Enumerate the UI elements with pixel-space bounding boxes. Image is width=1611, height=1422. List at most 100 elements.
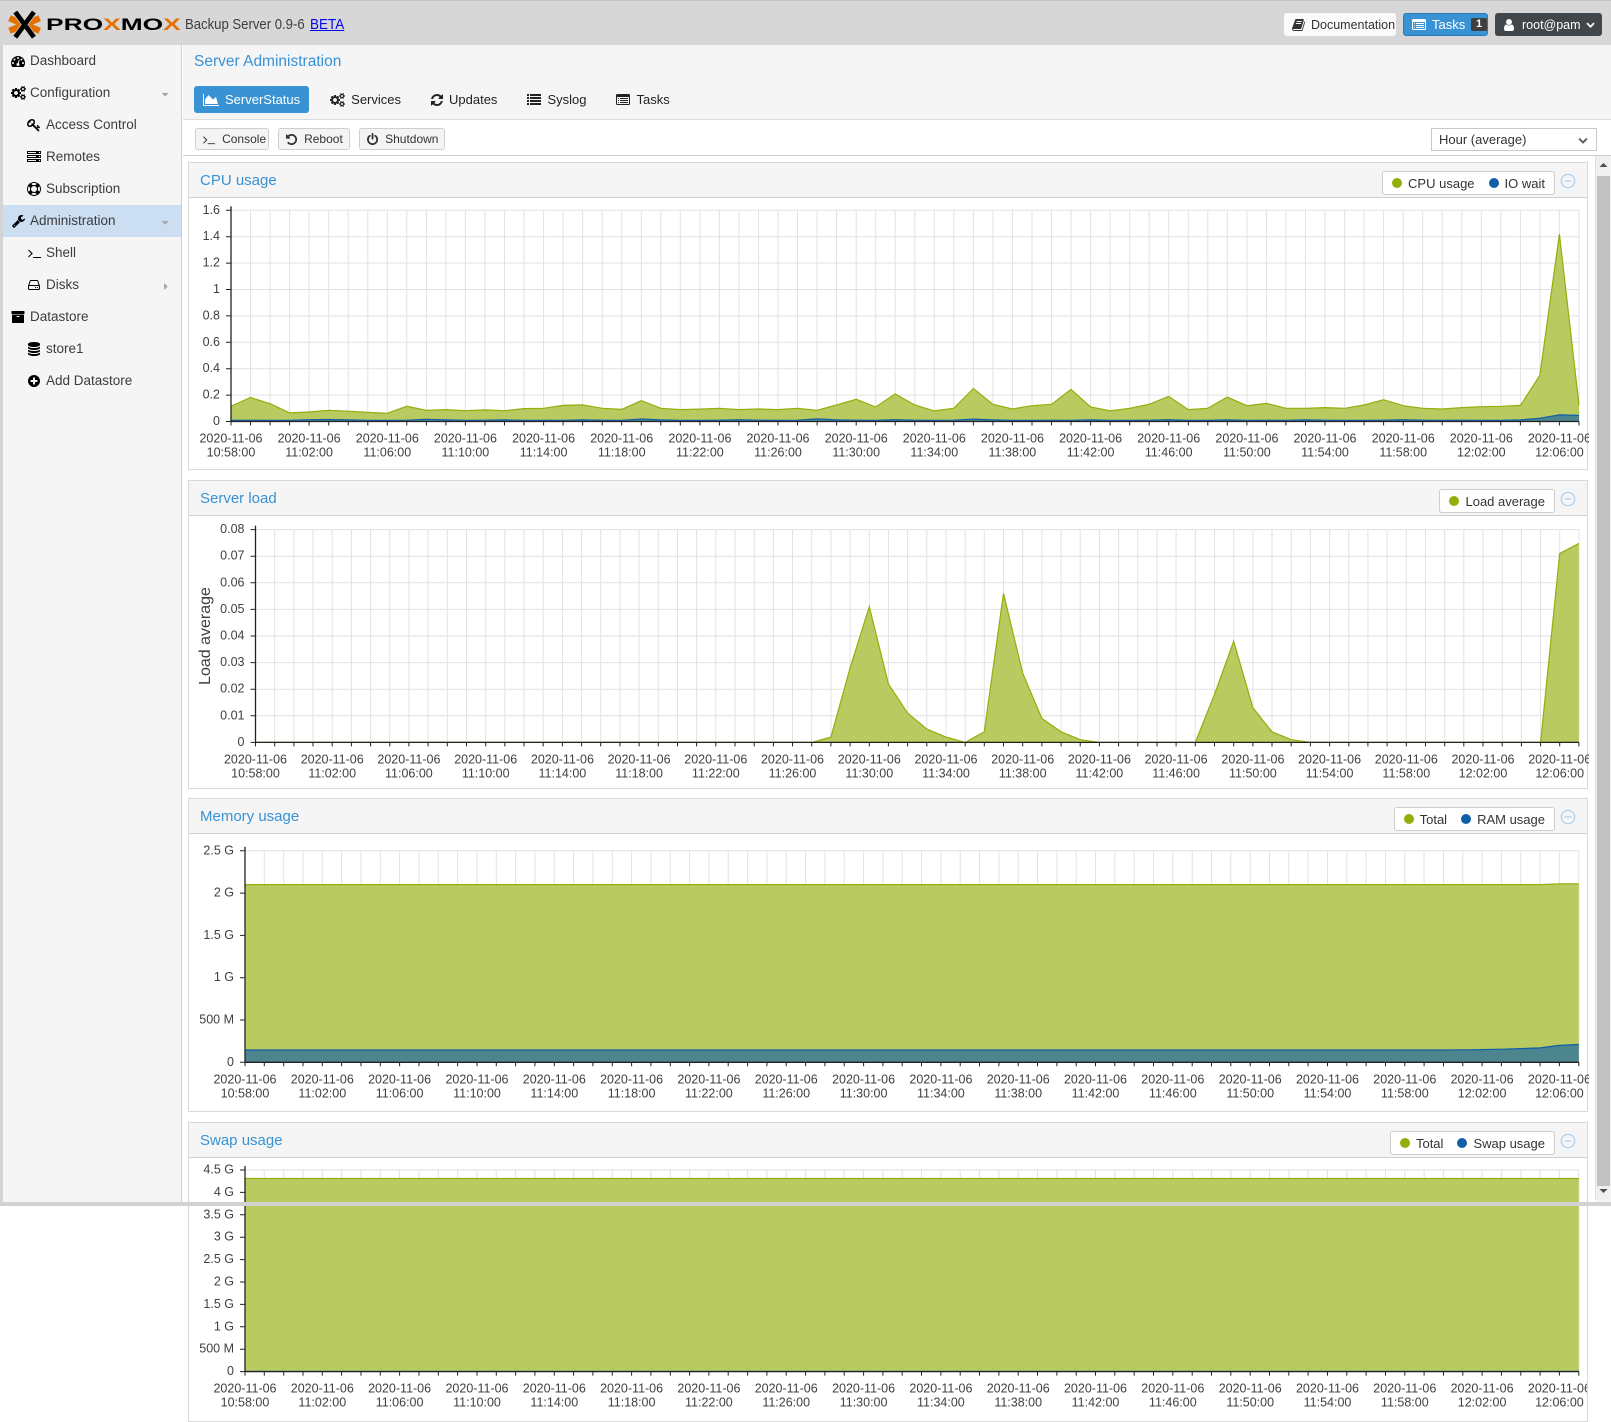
svg-text:12:02:00: 12:02:00 bbox=[1457, 446, 1506, 460]
svg-text:0.04: 0.04 bbox=[220, 629, 244, 643]
svg-text:2020-11-06: 2020-11-06 bbox=[1528, 1382, 1588, 1396]
svg-text:1.5 G: 1.5 G bbox=[203, 1297, 234, 1311]
svg-text:11:46:00: 11:46:00 bbox=[1149, 1086, 1197, 1100]
svg-text:11:18:00: 11:18:00 bbox=[608, 1086, 656, 1100]
svg-text:2020-11-06: 2020-11-06 bbox=[1215, 432, 1278, 446]
svg-text:11:14:00: 11:14:00 bbox=[539, 766, 587, 780]
svg-text:0.8: 0.8 bbox=[203, 308, 220, 322]
svg-text:2020-11-06: 2020-11-06 bbox=[356, 432, 419, 446]
svg-text:1 G: 1 G bbox=[214, 1319, 234, 1333]
svg-text:2020-11-06: 2020-11-06 bbox=[1450, 432, 1513, 446]
svg-text:0.06: 0.06 bbox=[220, 575, 244, 589]
svg-text:11:26:00: 11:26:00 bbox=[762, 1396, 810, 1410]
svg-text:0.01: 0.01 bbox=[220, 708, 244, 722]
svg-text:11:10:00: 11:10:00 bbox=[442, 446, 490, 460]
svg-text:11:18:00: 11:18:00 bbox=[608, 1396, 656, 1410]
svg-text:2020-11-06: 2020-11-06 bbox=[1298, 752, 1361, 766]
svg-text:0.02: 0.02 bbox=[220, 682, 244, 696]
svg-text:2020-11-06: 2020-11-06 bbox=[1293, 432, 1356, 446]
svg-text:2020-11-06: 2020-11-06 bbox=[512, 432, 575, 446]
svg-text:1.6: 1.6 bbox=[203, 203, 220, 217]
svg-text:2020-11-06: 2020-11-06 bbox=[377, 752, 440, 766]
svg-text:0.2: 0.2 bbox=[203, 388, 220, 402]
svg-text:2020-11-06: 2020-11-06 bbox=[1221, 752, 1284, 766]
svg-text:0.05: 0.05 bbox=[220, 602, 244, 616]
svg-text:2020-11-06: 2020-11-06 bbox=[590, 432, 653, 446]
svg-text:2020-11-06: 2020-11-06 bbox=[445, 1382, 508, 1396]
svg-text:2020-11-06: 2020-11-06 bbox=[523, 1382, 586, 1396]
svg-text:2020-11-06: 2020-11-06 bbox=[1059, 432, 1122, 446]
svg-text:0.6: 0.6 bbox=[203, 335, 220, 349]
svg-text:11:58:00: 11:58:00 bbox=[1382, 766, 1430, 780]
svg-text:3.5 G: 3.5 G bbox=[203, 1207, 234, 1221]
svg-text:2020-11-06: 2020-11-06 bbox=[213, 1382, 276, 1396]
svg-text:2020-11-06: 2020-11-06 bbox=[600, 1382, 663, 1396]
svg-text:2020-11-06: 2020-11-06 bbox=[1137, 432, 1200, 446]
svg-text:10:58:00: 10:58:00 bbox=[221, 1086, 270, 1100]
svg-text:2020-11-06: 2020-11-06 bbox=[987, 1382, 1050, 1396]
svg-text:2020-11-06: 2020-11-06 bbox=[838, 752, 901, 766]
svg-text:2020-11-06: 2020-11-06 bbox=[368, 1072, 431, 1086]
svg-text:11:42:00: 11:42:00 bbox=[1072, 1396, 1120, 1410]
svg-text:12:06:00: 12:06:00 bbox=[1535, 1396, 1584, 1410]
svg-text:11:30:00: 11:30:00 bbox=[840, 1086, 888, 1100]
svg-text:12:02:00: 12:02:00 bbox=[1458, 1396, 1507, 1410]
svg-text:2020-11-06: 2020-11-06 bbox=[914, 752, 977, 766]
svg-text:2020-11-06: 2020-11-06 bbox=[1372, 432, 1435, 446]
svg-text:11:34:00: 11:34:00 bbox=[910, 446, 958, 460]
svg-text:2020-11-06: 2020-11-06 bbox=[1451, 752, 1514, 766]
svg-text:11:14:00: 11:14:00 bbox=[530, 1396, 578, 1410]
svg-text:2020-11-06: 2020-11-06 bbox=[987, 1072, 1050, 1086]
svg-text:2020-11-06: 2020-11-06 bbox=[1068, 752, 1131, 766]
svg-text:11:10:00: 11:10:00 bbox=[462, 766, 510, 780]
svg-text:10:58:00: 10:58:00 bbox=[207, 446, 256, 460]
svg-text:2020-11-06: 2020-11-06 bbox=[213, 1072, 276, 1086]
svg-text:11:50:00: 11:50:00 bbox=[1226, 1396, 1274, 1410]
svg-text:1.4: 1.4 bbox=[203, 229, 220, 243]
svg-text:2020-11-06: 2020-11-06 bbox=[278, 432, 341, 446]
svg-text:12:06:00: 12:06:00 bbox=[1535, 1086, 1584, 1100]
svg-text:11:18:00: 11:18:00 bbox=[598, 446, 646, 460]
svg-text:2020-11-06: 2020-11-06 bbox=[1145, 752, 1208, 766]
svg-text:2020-11-06: 2020-11-06 bbox=[746, 432, 809, 446]
svg-text:2020-11-06: 2020-11-06 bbox=[903, 432, 966, 446]
svg-text:2020-11-06: 2020-11-06 bbox=[454, 752, 517, 766]
svg-text:2020-11-06: 2020-11-06 bbox=[761, 752, 824, 766]
svg-text:2.5 G: 2.5 G bbox=[203, 1252, 234, 1266]
svg-text:2020-11-06: 2020-11-06 bbox=[368, 1382, 431, 1396]
svg-text:11:02:00: 11:02:00 bbox=[298, 1086, 346, 1100]
svg-text:2020-11-06: 2020-11-06 bbox=[1219, 1382, 1282, 1396]
svg-text:2020-11-06: 2020-11-06 bbox=[981, 432, 1044, 446]
svg-text:11:46:00: 11:46:00 bbox=[1152, 766, 1200, 780]
svg-text:500 M: 500 M bbox=[199, 1013, 234, 1027]
svg-text:11:18:00: 11:18:00 bbox=[615, 766, 663, 780]
svg-text:11:46:00: 11:46:00 bbox=[1149, 1396, 1197, 1410]
svg-text:11:38:00: 11:38:00 bbox=[994, 1396, 1042, 1410]
svg-text:1: 1 bbox=[213, 282, 220, 296]
svg-text:11:54:00: 11:54:00 bbox=[1304, 1086, 1352, 1100]
svg-text:12:06:00: 12:06:00 bbox=[1535, 766, 1584, 780]
svg-text:11:14:00: 11:14:00 bbox=[520, 446, 568, 460]
svg-text:2020-11-06: 2020-11-06 bbox=[600, 1072, 663, 1086]
svg-text:11:42:00: 11:42:00 bbox=[1072, 1086, 1120, 1100]
svg-text:2020-11-06: 2020-11-06 bbox=[991, 752, 1054, 766]
svg-text:2020-11-06: 2020-11-06 bbox=[199, 432, 262, 446]
svg-text:2020-11-06: 2020-11-06 bbox=[434, 432, 497, 446]
svg-text:0: 0 bbox=[238, 735, 245, 749]
svg-text:2020-11-06: 2020-11-06 bbox=[909, 1382, 972, 1396]
svg-text:1.2: 1.2 bbox=[203, 256, 220, 270]
svg-text:2020-11-06: 2020-11-06 bbox=[909, 1072, 972, 1086]
svg-text:2020-11-06: 2020-11-06 bbox=[224, 752, 287, 766]
svg-text:11:30:00: 11:30:00 bbox=[845, 766, 893, 780]
svg-text:2 G: 2 G bbox=[214, 1275, 234, 1289]
svg-text:11:34:00: 11:34:00 bbox=[917, 1086, 965, 1100]
svg-text:11:26:00: 11:26:00 bbox=[754, 446, 802, 460]
svg-text:12:06:00: 12:06:00 bbox=[1535, 446, 1584, 460]
svg-text:4 G: 4 G bbox=[214, 1185, 234, 1199]
svg-text:11:02:00: 11:02:00 bbox=[285, 446, 333, 460]
svg-text:Load average: Load average bbox=[197, 587, 214, 685]
svg-text:11:22:00: 11:22:00 bbox=[685, 1396, 733, 1410]
svg-text:2020-11-06: 2020-11-06 bbox=[1296, 1382, 1359, 1396]
svg-text:11:42:00: 11:42:00 bbox=[1067, 446, 1115, 460]
svg-text:11:02:00: 11:02:00 bbox=[308, 766, 356, 780]
